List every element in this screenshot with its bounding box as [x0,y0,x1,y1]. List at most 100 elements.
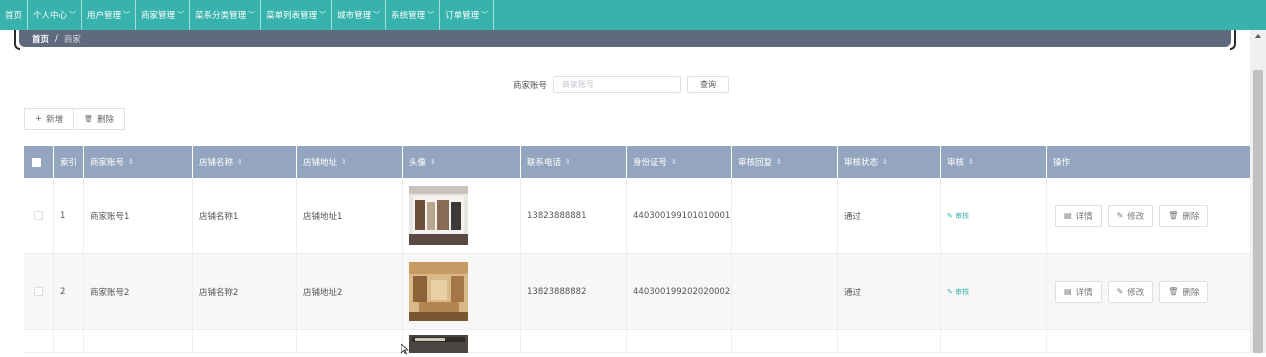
scroll-up-arrow-icon[interactable] [1255,34,1261,38]
audit-link[interactable]: ✎ 审核 [947,287,969,297]
delete-label: 删除 [1182,211,1200,222]
sort-icon[interactable]: ⇕ [341,158,347,166]
mouse-cursor-icon [400,343,410,357]
header-status[interactable]: 审核状态 ⇕ [838,146,941,178]
header-avatar[interactable]: 头像 ⇕ [403,146,521,178]
delete-button[interactable]: 🗑 删除 [73,108,126,130]
header-label: 审核状态 [844,158,879,168]
header-account[interactable]: 商家账号 ⇕ [84,146,193,178]
nav-order-management[interactable]: 订单管理 ﹀ [440,0,495,30]
nav-city-management[interactable]: 城市管理 ﹀ [332,0,387,30]
nav-personal-center[interactable]: 个人中心 ﹀ [28,0,83,30]
merchant-account-search-input[interactable] [553,76,682,93]
shop-avatar-image[interactable] [409,335,468,353]
sort-icon[interactable]: ⇕ [968,158,974,166]
plus-icon: + [35,114,43,124]
pencil-icon: ✎ [1116,211,1124,220]
breadcrumb-current: 商家 [63,34,81,45]
header-phone[interactable]: 联系电话 ⇕ [521,146,627,178]
account-cell: 商家账号1 [84,178,193,253]
audit-link-label: 审核 [955,287,970,296]
shop-name-cell [193,330,297,352]
breadcrumb: 首页 / 商家 [19,30,1231,47]
sort-icon[interactable]: ⇕ [671,158,677,166]
header-label: 索引 [60,158,78,168]
bracket-decoration [1230,30,1236,50]
edit-button[interactable]: ✎ 修改 [1107,204,1154,227]
row-select-cell [24,330,54,352]
header-operations: 操作 [1047,146,1254,178]
header-label: 审核回复 [738,158,773,168]
shop-avatar-image[interactable] [409,262,468,321]
sort-icon[interactable]: ⇕ [565,158,571,166]
header-label: 商家账号 [90,158,125,168]
address-cell [297,330,403,352]
top-nav: 首页 个人中心 ﹀ 用户管理 ﹀ 商家管理 ﹀ 菜系分类管理 ﹀ 菜单列表管理 ﹀ 城市管… [0,0,1266,30]
vertical-scrollbar[interactable] [1250,30,1266,353]
nav-label: 个人中心 [33,11,68,21]
row-delete-button[interactable]: 🗑 删除 [1159,204,1209,227]
operations-cell: ▤ 详情 ✎ 修改 🗑 删除 [1047,254,1254,329]
audit-link[interactable]: ✎ 审核 [947,211,969,221]
row-checkbox[interactable] [34,211,43,220]
trash-icon: 🗑 [84,115,94,123]
nav-cuisine-category[interactable]: 菜系分类管理 ﹀ [190,0,262,30]
row-delete-button[interactable]: 🗑 删除 [1159,280,1209,303]
nav-label: 菜系分类管理 [195,11,247,21]
sort-icon[interactable]: ⇕ [776,158,782,166]
audit-link-label: 审核 [955,211,970,220]
edit-button[interactable]: ✎ 修改 [1107,280,1154,303]
pencil-icon: ✎ [1116,287,1124,296]
header-audit[interactable]: 审核 ⇕ [941,146,1047,178]
header-shop-address[interactable]: 店铺地址 ⇕ [297,146,403,178]
operations-cell: ▤ 详情 ✎ 修改 🗑 删除 [1047,178,1254,253]
sort-icon[interactable]: ⇕ [237,158,243,166]
header-index: 索引 [54,146,84,178]
status-cell: 通过 [838,254,941,329]
breadcrumb-separator: / [55,33,58,44]
nav-home[interactable]: 首页 [0,0,29,30]
query-button[interactable]: 查询 [687,76,730,93]
header-idcard[interactable]: 身份证号 ⇕ [627,146,732,178]
header-label: 头像 [409,158,427,168]
breadcrumb-wrapper: 首页 / 商家 [14,30,1236,50]
sort-icon[interactable]: ⇕ [882,158,888,166]
nav-label: 菜单列表管理 [266,11,318,21]
chevron-down-icon: ﹀ [319,11,327,19]
table-row: 1 商家账号1 店铺名称1 店铺地址1 13823888881 44030019… [24,178,1254,254]
nav-menu-list[interactable]: 菜单列表管理 ﹀ [261,0,333,30]
scrollbar-thumb[interactable] [1253,70,1263,353]
chevron-down-icon: ﹀ [373,11,381,19]
toolbar: + 新增 🗑 删除 [24,108,126,130]
header-reply[interactable]: 审核回复 ⇕ [732,146,838,178]
row-select-cell [24,254,54,329]
add-button[interactable]: + 新增 [24,108,75,130]
row-checkbox[interactable] [34,287,43,296]
search-label: 商家账号 [513,80,548,91]
detail-button[interactable]: ▤ 详情 [1055,204,1102,227]
avatar-cell [403,330,521,353]
row-select-cell [24,178,54,253]
shop-avatar-image[interactable] [409,186,468,245]
account-cell: 商家账号2 [84,254,193,329]
operations-cell [1047,330,1254,352]
select-all-checkbox[interactable] [32,157,41,167]
nav-system-management[interactable]: 系统管理 ﹀ [386,0,441,30]
nav-label: 用户管理 [87,11,122,21]
sort-icon[interactable]: ⇕ [430,158,436,166]
shop-name-cell: 店铺名称2 [193,254,297,329]
nav-label: 订单管理 [445,11,480,21]
breadcrumb-home[interactable]: 首页 [32,33,49,45]
detail-button[interactable]: ▤ 详情 [1055,280,1102,303]
edit-label: 修改 [1127,211,1145,222]
index-cell: 2 [54,254,84,329]
reply-cell [732,178,838,253]
sort-icon[interactable]: ⇕ [128,158,134,166]
header-label: 身份证号 [633,158,668,168]
header-shop-name[interactable]: 店铺名称 ⇕ [193,146,297,178]
header-select-all[interactable] [24,146,54,178]
nav-merchant-management[interactable]: 商家管理 ﹀ [136,0,191,30]
nav-user-management[interactable]: 用户管理 ﹀ [82,0,137,30]
trash-icon: 🗑 [1168,211,1179,220]
table-row: 2 商家账号2 店铺名称2 店铺地址2 13823888882 44030019… [24,254,1254,330]
